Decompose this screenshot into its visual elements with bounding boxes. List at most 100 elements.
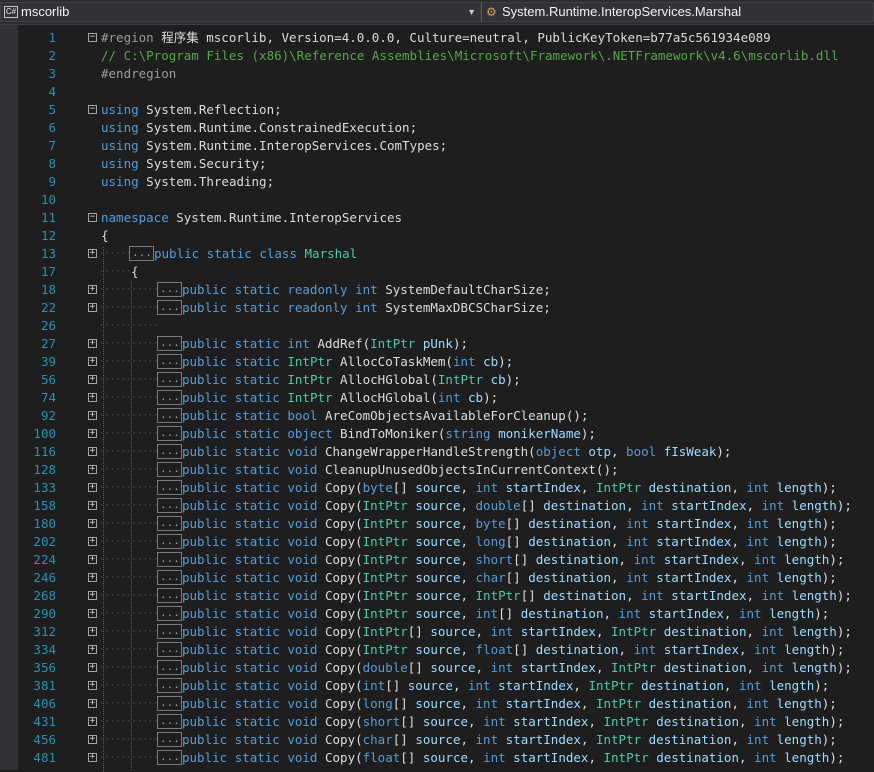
collapse-outline-icon[interactable]: −: [88, 213, 97, 222]
collapsed-region-marker[interactable]: ...: [157, 588, 182, 603]
code-token: []: [407, 660, 431, 675]
collapsed-region-marker[interactable]: ...: [157, 750, 182, 765]
code-token: 程序集 mscorlib, Version=4.0.0.0, Culture=n…: [161, 30, 771, 45]
expand-outline-icon[interactable]: +: [88, 663, 97, 672]
chevron-down-icon[interactable]: ▼: [467, 3, 476, 21]
collapsed-region-marker[interactable]: ...: [157, 660, 182, 675]
code-token: startIndex: [656, 534, 732, 549]
code-token: int: [754, 642, 777, 657]
collapsed-region-marker[interactable]: ...: [157, 408, 182, 423]
line-number: 22: [40, 300, 56, 315]
code-token: ,: [460, 516, 476, 531]
collapsed-region-marker[interactable]: ...: [157, 678, 182, 693]
collapsed-region-marker[interactable]: ...: [157, 372, 182, 387]
collapsed-region-marker[interactable]: ...: [157, 606, 182, 621]
code-token: IntPtr: [362, 552, 408, 567]
code-token: long: [362, 696, 393, 711]
expand-outline-icon[interactable]: +: [88, 483, 97, 492]
code-text: public static IntPtr AllocHGlobal(int cb…: [182, 389, 498, 407]
expand-outline-icon[interactable]: +: [88, 357, 97, 366]
expand-outline-icon[interactable]: +: [88, 699, 97, 708]
expand-outline-icon[interactable]: +: [88, 465, 97, 474]
expand-outline-icon[interactable]: +: [88, 537, 97, 546]
code-token: ,: [618, 552, 634, 567]
code-line: 26 ·················: [0, 317, 874, 335]
collapsed-region-marker[interactable]: ...: [157, 624, 182, 639]
collapsed-region-marker[interactable]: ...: [157, 516, 182, 531]
code-token: IntPtr: [370, 336, 416, 351]
collapsed-region-marker[interactable]: ...: [157, 534, 182, 549]
collapsed-region-marker[interactable]: ...: [157, 354, 182, 369]
code-token: ,: [626, 588, 642, 603]
expand-outline-icon[interactable]: +: [88, 573, 97, 582]
collapsed-region-marker[interactable]: ...: [157, 696, 182, 711]
collapsed-region-marker[interactable]: ...: [157, 426, 182, 441]
code-token: IntPtr: [588, 678, 634, 693]
code-token: []: [400, 750, 423, 765]
expand-outline-icon[interactable]: +: [88, 375, 97, 384]
collapsed-region-marker[interactable]: ...: [157, 444, 182, 459]
expand-outline-icon[interactable]: +: [88, 411, 97, 420]
collapsed-region-marker[interactable]: ...: [157, 300, 182, 315]
expand-outline-icon[interactable]: +: [88, 717, 97, 726]
collapsed-region-marker[interactable]: ...: [129, 246, 154, 261]
code-token: IntPtr: [287, 390, 333, 405]
code-token: startIndex: [513, 714, 589, 729]
project-dropdown[interactable]: C# mscorlib ▼: [0, 2, 481, 22]
code-token: length: [784, 552, 830, 567]
expand-outline-icon[interactable]: +: [88, 735, 97, 744]
code-token: int: [475, 480, 499, 495]
code-token: public static void: [182, 678, 318, 693]
type-dropdown[interactable]: ⚙ System.Runtime.InteropServices.Marshal: [481, 2, 874, 22]
collapsed-region-marker[interactable]: ...: [157, 714, 182, 729]
expand-outline-icon[interactable]: +: [88, 501, 97, 510]
navigation-bar: C# mscorlib ▼ ⚙ System.Runtime.InteropSe…: [0, 0, 874, 25]
collapse-outline-icon[interactable]: −: [88, 33, 97, 42]
collapsed-region-marker[interactable]: ...: [157, 642, 182, 657]
expand-outline-icon[interactable]: +: [88, 249, 97, 258]
code-editor[interactable]: 1− #region 程序集 mscorlib, Version=4.0.0.0,…: [0, 25, 874, 772]
code-token: source: [415, 732, 461, 747]
collapsed-region-marker[interactable]: ...: [157, 480, 182, 495]
expand-outline-icon[interactable]: +: [88, 303, 97, 312]
expand-outline-icon[interactable]: +: [88, 609, 97, 618]
collapsed-region-marker[interactable]: ...: [157, 552, 182, 567]
indent-dots: ·················: [99, 555, 157, 565]
collapsed-region-marker[interactable]: ...: [157, 282, 182, 297]
code-line: 56 +·················...public static Int…: [0, 371, 874, 389]
collapsed-region-marker[interactable]: ...: [157, 570, 182, 585]
code-token: object: [535, 444, 581, 459]
collapsed-region-marker[interactable]: ...: [157, 732, 182, 747]
collapsed-region-marker[interactable]: ...: [157, 498, 182, 513]
code-token: []: [513, 552, 536, 567]
code-token: public static class: [154, 246, 297, 261]
code-token: ,: [618, 642, 634, 657]
collapsed-region-marker[interactable]: ...: [157, 390, 182, 405]
expand-outline-icon[interactable]: +: [88, 645, 97, 654]
expand-outline-icon[interactable]: +: [88, 753, 97, 762]
expand-outline-icon[interactable]: +: [88, 591, 97, 600]
code-token: startIndex: [513, 750, 589, 765]
code-token: public static object: [182, 426, 333, 441]
code-token: using: [101, 102, 139, 117]
expand-outline-icon[interactable]: +: [88, 555, 97, 564]
code-text: public static bool AreComObjectsAvailabl…: [182, 407, 588, 425]
collapsed-region-marker[interactable]: ...: [157, 462, 182, 477]
expand-outline-icon[interactable]: +: [88, 339, 97, 348]
code-token: ,: [626, 498, 642, 513]
expand-outline-icon[interactable]: +: [88, 393, 97, 402]
code-token: int: [618, 606, 642, 621]
code-token: source: [415, 534, 461, 549]
expand-outline-icon[interactable]: +: [88, 447, 97, 456]
expand-outline-icon[interactable]: +: [88, 429, 97, 438]
collapse-outline-icon[interactable]: −: [88, 105, 97, 114]
collapsed-region-marker[interactable]: ...: [157, 336, 182, 351]
expand-outline-icon[interactable]: +: [88, 681, 97, 690]
expand-outline-icon[interactable]: +: [88, 519, 97, 528]
expand-outline-icon[interactable]: +: [88, 627, 97, 636]
expand-outline-icon[interactable]: +: [88, 285, 97, 294]
